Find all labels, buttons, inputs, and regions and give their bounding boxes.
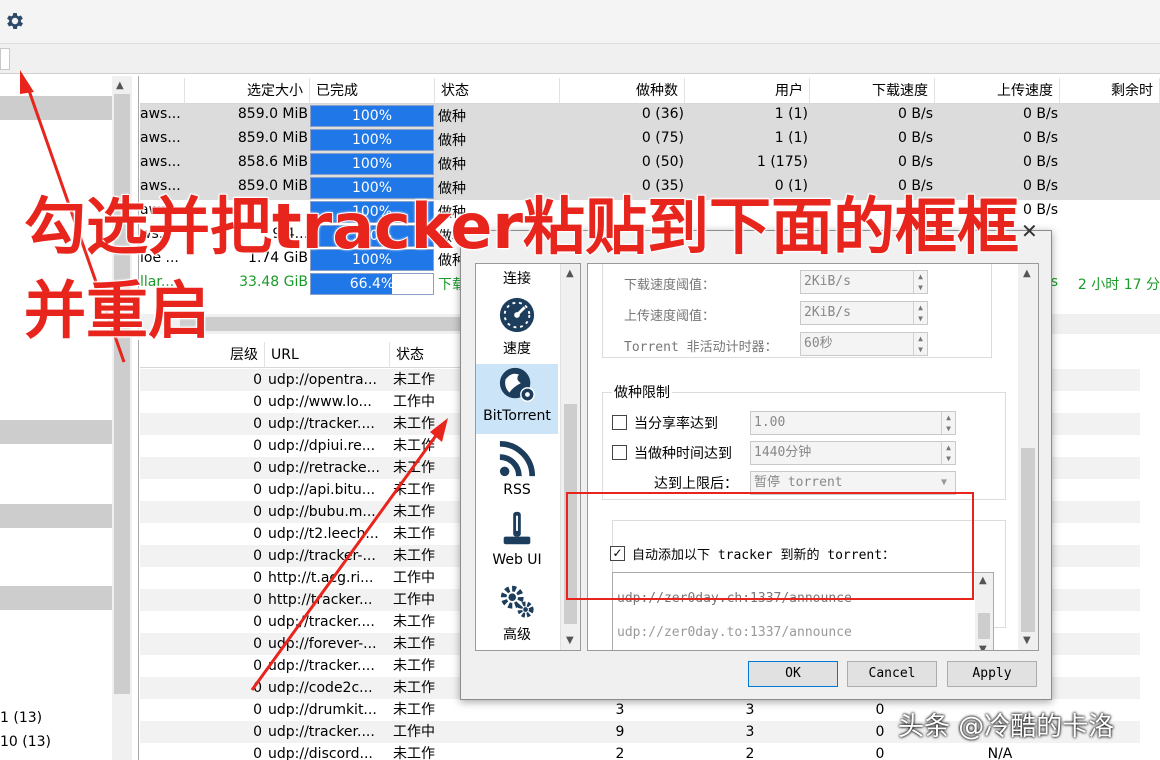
- annotation-arrows: [20, 70, 448, 691]
- watermark: 头条 @冷酷的卡洛: [898, 712, 1115, 742]
- annotation-subtitle: 并重启: [23, 274, 211, 347]
- arrow-head-icon: [20, 70, 34, 94]
- annotation-title: 勾选并把tracker粘贴到下面的框框: [23, 190, 1020, 263]
- arrow-line: [250, 429, 442, 691]
